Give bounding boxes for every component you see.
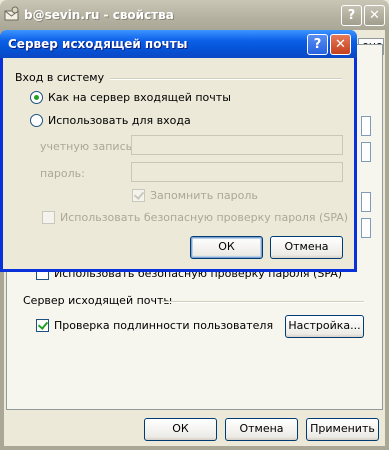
login-group-divider [110, 78, 342, 80]
help-button[interactable]: ? [341, 5, 362, 26]
dialog-title: Сервер исходящей почты [8, 37, 188, 51]
mail-account-icon [4, 6, 19, 21]
close-icon: ✕ [369, 8, 380, 23]
settings-button[interactable]: Настройка... [285, 315, 364, 338]
hidden-field-edge-2[interactable] [361, 142, 371, 162]
remember-password-label: Запомнить пароль [150, 189, 258, 202]
window-border-bottom [0, 446, 389, 450]
cancel-button[interactable]: Отмена [225, 418, 298, 441]
radio-custom-login[interactable] [30, 114, 43, 127]
dialog-spa-label: Использовать безопасную проверку пароля … [60, 211, 349, 224]
window-title-bar: b@sevin.ru - свойства ? ✕ [0, 0, 389, 30]
account-field[interactable] [131, 135, 343, 155]
dialog-cancel-button[interactable]: Отмена [270, 236, 343, 259]
help-icon: ? [347, 8, 356, 23]
auth-checkbox[interactable] [36, 319, 49, 332]
account-label: учетную запись: [40, 140, 136, 153]
password-field[interactable] [131, 162, 343, 182]
outgoing-group-label: Сервер исходящей почты [23, 294, 173, 307]
dialog-close-button[interactable]: ✕ [330, 34, 351, 55]
password-label: пароль: [40, 167, 85, 180]
close-icon: ✕ [335, 37, 346, 52]
radio-custom-label: Использовать для входа [48, 114, 191, 127]
close-button[interactable]: ✕ [364, 5, 385, 26]
group-divider [162, 301, 364, 303]
help-icon: ? [313, 37, 322, 52]
hidden-field-edge-1[interactable] [361, 116, 371, 136]
dialog-spa-checkbox[interactable] [42, 211, 55, 224]
remember-password-checkbox[interactable] [132, 189, 145, 202]
login-group-label: Вход в систему [15, 71, 105, 84]
auth-label: Проверка подлинности пользователя [54, 319, 274, 332]
hidden-field-edge-3[interactable] [361, 192, 371, 212]
window-title: b@sevin.ru - свойства [24, 8, 174, 22]
radio-same-as-incoming[interactable] [30, 91, 43, 104]
outgoing-server-dialog: Сервер исходящей почты ? ✕ Вход в систем… [0, 30, 357, 272]
dialog-title-bar: Сервер исходящей почты ? ✕ [0, 30, 357, 58]
radio-same-label: Как на сервер входящей почты [48, 91, 231, 104]
ok-button[interactable]: ОК [144, 418, 217, 441]
window-border-right [385, 30, 389, 450]
apply-button[interactable]: Применить [306, 418, 379, 441]
dialog-body: Вход в систему Как на сервер входящей по… [3, 58, 354, 269]
dialog-ok-button[interactable]: ОК [190, 236, 263, 259]
hidden-field-edge-4[interactable] [361, 218, 371, 238]
dialog-help-button[interactable]: ? [307, 34, 328, 55]
